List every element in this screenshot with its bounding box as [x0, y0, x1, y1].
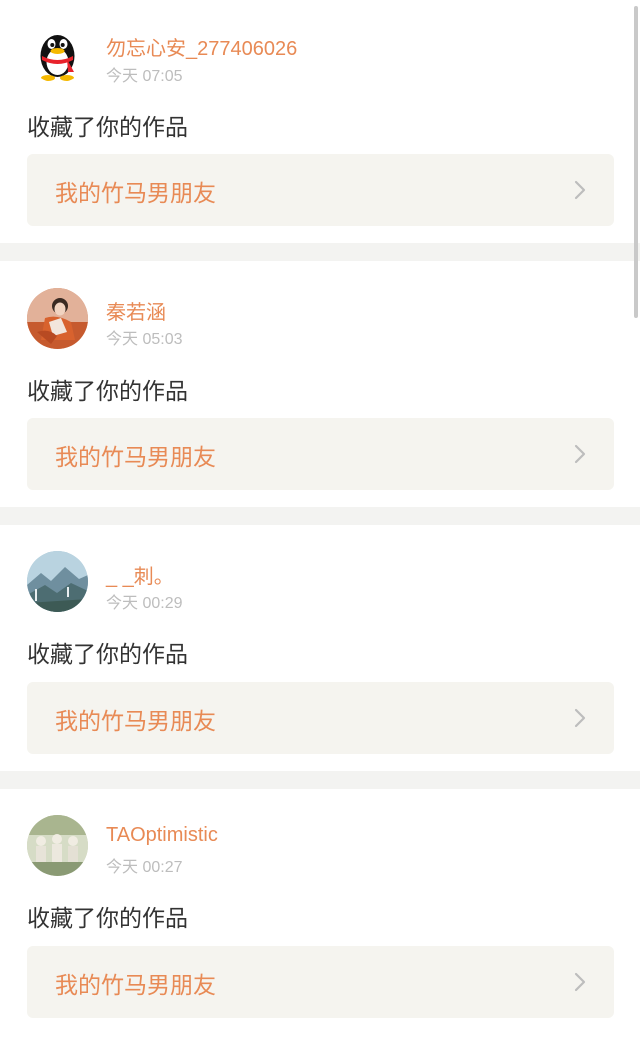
- work-link[interactable]: 我的竹马男朋友: [27, 682, 614, 754]
- username[interactable]: _ _刺。: [106, 560, 174, 589]
- notification-card: _ _刺。 今天 00:29 收藏了你的作品 我的竹马男朋友: [0, 525, 640, 771]
- username[interactable]: 勿忘心安_277406026: [106, 32, 297, 61]
- action-text: 收藏了你的作品: [27, 905, 188, 931]
- timestamp: 今天 05:03: [106, 331, 183, 348]
- qq-penguin-avatar[interactable]: [27, 22, 88, 83]
- username[interactable]: TAOptimistic: [106, 824, 218, 847]
- notification-card: 秦若涵 今天 05:03 收藏了你的作品 我的竹马男朋友: [0, 261, 640, 507]
- work-link[interactable]: 我的竹马男朋友: [27, 946, 614, 1018]
- mountain-landscape-avatar[interactable]: [27, 551, 88, 612]
- notification-card: 勿忘心安_277406026 今天 07:05 收藏了你的作品 我的竹马男朋友: [0, 0, 640, 243]
- timestamp: 今天 07:05: [106, 68, 183, 85]
- work-link[interactable]: 我的竹马男朋友: [27, 154, 614, 226]
- person-photo-avatar[interactable]: [27, 288, 88, 349]
- scrollbar[interactable]: [634, 6, 638, 318]
- work-title: 我的竹马男朋友: [55, 972, 216, 998]
- chevron-right-icon: [574, 972, 586, 992]
- chevron-right-icon: [574, 444, 586, 464]
- timestamp: 今天 00:29: [106, 595, 183, 612]
- work-title: 我的竹马男朋友: [55, 444, 216, 470]
- username[interactable]: 秦若涵: [106, 296, 166, 325]
- work-title: 我的竹马男朋友: [55, 180, 216, 206]
- chevron-right-icon: [574, 708, 586, 728]
- action-text: 收藏了你的作品: [27, 378, 188, 404]
- group-photo-avatar[interactable]: [27, 815, 88, 876]
- card-separator: [0, 243, 640, 261]
- card-separator: [0, 507, 640, 525]
- action-text: 收藏了你的作品: [27, 641, 188, 667]
- notification-card: TAOptimistic 今天 00:27 收藏了你的作品 我的竹马男朋友: [0, 789, 640, 1038]
- action-text: 收藏了你的作品: [27, 114, 188, 140]
- card-separator: [0, 771, 640, 789]
- timestamp: 今天 00:27: [106, 859, 183, 876]
- chevron-right-icon: [574, 180, 586, 200]
- work-link[interactable]: 我的竹马男朋友: [27, 418, 614, 490]
- work-title: 我的竹马男朋友: [55, 708, 216, 734]
